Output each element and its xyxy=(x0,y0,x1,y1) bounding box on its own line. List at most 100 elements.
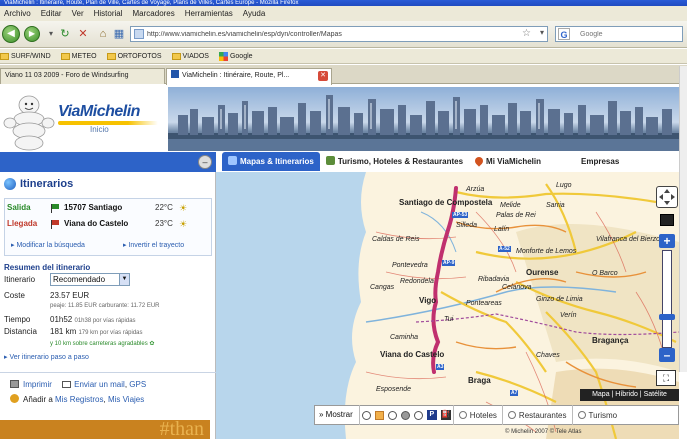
cost-label: Coste xyxy=(4,291,25,300)
zoom-out-button[interactable]: – xyxy=(659,348,675,362)
map-zoom-control: + – xyxy=(655,186,679,386)
my-trips-link[interactable]: Mis Viajes xyxy=(108,395,144,404)
menu-bar: Archivo Editar Ver Historial Marcadores … xyxy=(0,6,687,21)
back-button[interactable]: ◀ xyxy=(2,25,20,43)
star-icon[interactable]: ☆ xyxy=(522,28,531,39)
advertisement-banner[interactable]: #than xyxy=(0,420,210,439)
main-nav-tabs: Mapas & Itinerarios Turismo, Hoteles & R… xyxy=(222,152,679,171)
partly-sunny-icon: ☀ xyxy=(179,219,188,229)
map-label: O Barco xyxy=(592,270,618,277)
search-box[interactable]: G xyxy=(555,26,683,42)
route-type-select[interactable]: Recomendado ▼ xyxy=(50,273,130,286)
hotels-toggle[interactable]: Hoteles xyxy=(452,405,502,425)
bookmark-google[interactable]: Google xyxy=(218,51,253,61)
google-search-engine-icon[interactable]: G xyxy=(558,28,570,40)
camera-icon[interactable] xyxy=(400,410,410,420)
map-label: Vigo xyxy=(419,296,437,305)
tab-mi-viamichelin[interactable]: Mi ViaMichelin xyxy=(469,152,547,171)
step-by-step-link[interactable]: ▸ Ver itinerario paso a paso xyxy=(4,353,89,361)
zoom-in-button[interactable]: + xyxy=(659,234,675,248)
time-label: Tiempo xyxy=(4,315,31,324)
printer-icon xyxy=(10,380,19,388)
map-label: Palas de Rei xyxy=(496,212,536,219)
map-label: Pontevedra xyxy=(392,262,428,269)
cost-detail: peaje: 11.85 EUR carburante: 11.72 EUR xyxy=(50,303,160,309)
layer-toggle-icon[interactable] xyxy=(413,410,423,420)
menu-ver[interactable]: Ver xyxy=(72,9,84,18)
origin-city: 15707 Santiago xyxy=(64,203,123,212)
menu-historial[interactable]: Historial xyxy=(94,9,123,18)
origin-temperature: 22°C xyxy=(155,203,173,212)
close-tab-icon[interactable]: ✕ xyxy=(318,71,328,81)
map-label: Lugo xyxy=(556,182,572,189)
modify-search-link[interactable]: ▸ Modificar la búsqueda xyxy=(11,241,85,249)
map-label: Ribadavia xyxy=(478,276,510,283)
destination-row: Llegada Viana do Castelo 23°C ☀ xyxy=(7,219,188,229)
home-link[interactable]: Inicio xyxy=(90,125,109,134)
zoom-slider-knob[interactable] xyxy=(659,314,675,320)
menu-marcadores[interactable]: Marcadores xyxy=(133,9,175,18)
zoom-slider[interactable] xyxy=(662,250,672,348)
reverse-route-link[interactable]: ▸ Invertir el trayecto xyxy=(123,241,184,249)
forward-button[interactable]: ▶ xyxy=(24,26,40,42)
skyline-image xyxy=(168,95,679,151)
bookmark-page-icon[interactable]: ▦ xyxy=(112,27,126,41)
restaurants-toggle[interactable]: Restaurantes xyxy=(501,405,572,425)
layer-toggle-icon[interactable] xyxy=(361,410,371,420)
dropdown-arrow-icon[interactable]: ▾ xyxy=(44,27,58,41)
tab-empresas[interactable]: Empresas xyxy=(575,152,625,171)
time-value: 01h52 01h38 por vías rápidas xyxy=(50,315,136,324)
tourism-toggle[interactable]: Turismo xyxy=(571,405,623,425)
url-dropdown-icon[interactable]: ▾ xyxy=(540,28,544,37)
fuel-icon[interactable]: ⛽ xyxy=(440,410,451,420)
map-label: Celanova xyxy=(502,284,532,291)
my-records-link[interactable]: Mis Registros xyxy=(55,395,103,404)
print-link[interactable]: Imprimir xyxy=(23,380,52,389)
map-label: Bragança xyxy=(592,336,629,345)
viamichelin-logo[interactable]: ViaMichelin xyxy=(58,103,140,121)
map-type-selector[interactable]: Mapa | Híbrido | Satélite xyxy=(580,389,679,401)
itinerary-panel: – Itinerarios Salida 15707 Santiago 22°C… xyxy=(0,152,216,439)
warning-triangle-icon[interactable] xyxy=(374,410,384,420)
tab-foro-windsurfing[interactable]: Viano 11 03 2009 - Foro de Windsurfing xyxy=(0,68,165,84)
reload-icon[interactable]: ↻ xyxy=(58,27,72,41)
menu-ayuda[interactable]: Ayuda xyxy=(243,9,266,18)
pan-control[interactable] xyxy=(656,186,678,208)
origin-row: Salida 15707 Santiago 22°C ☀ xyxy=(7,203,188,213)
send-mail-link[interactable]: Enviar un mail xyxy=(74,380,125,389)
menu-archivo[interactable]: Archivo xyxy=(4,9,31,18)
bookmark-viados[interactable]: VIADOS xyxy=(171,52,209,60)
distance-label: Distancia xyxy=(4,327,37,336)
gps-link[interactable]: GPS xyxy=(129,380,146,389)
page-scrollbar[interactable] xyxy=(679,66,687,372)
stop-icon[interactable]: ✕ xyxy=(76,27,90,41)
bookmark-ortofotos[interactable]: ORTOFOTOS xyxy=(106,52,162,60)
tab-mapas-itinerarios[interactable]: Mapas & Itinerarios xyxy=(222,152,320,171)
home-icon[interactable]: ⌂ xyxy=(96,27,110,41)
bookmark-surfwind[interactable]: SURF/WIND xyxy=(0,52,51,60)
menu-herramientas[interactable]: Herramientas xyxy=(185,9,233,18)
map-label: Arzúa xyxy=(466,186,485,193)
collapse-panel-button[interactable]: – xyxy=(198,155,212,169)
url-input[interactable] xyxy=(147,28,527,40)
map-overview-toggle[interactable] xyxy=(660,214,674,226)
road-shield: A3 xyxy=(436,364,445,370)
fullscreen-icon[interactable]: ⛶ xyxy=(656,370,676,386)
layer-toggle-icon[interactable] xyxy=(387,410,397,420)
tab-turismo-hoteles[interactable]: Turismo, Hoteles & Restaurantes xyxy=(320,152,469,171)
menu-editar[interactable]: Editar xyxy=(41,9,62,18)
tourism-icon xyxy=(325,156,335,165)
map-label: Cangas xyxy=(370,284,395,291)
map-label: Ponteareas xyxy=(466,300,502,307)
bookmark-meteo[interactable]: METEO xyxy=(60,52,97,60)
parking-icon[interactable]: P xyxy=(426,410,437,420)
tab-viamichelin[interactable]: ViaMichelin : Itinéraire, Route, Pl... ✕ xyxy=(166,68,332,85)
map-label: Redondela xyxy=(400,278,434,285)
show-layers-button[interactable]: » Mostrar xyxy=(315,405,360,425)
search-input[interactable] xyxy=(580,28,680,40)
map-label: Lalín xyxy=(494,226,510,233)
map-label: Vilafranca del Bierzo xyxy=(596,236,661,243)
address-bar[interactable]: ☆ ▾ xyxy=(130,26,548,42)
map-label: Ginzo de Limia xyxy=(536,296,583,303)
google-icon xyxy=(218,51,228,61)
